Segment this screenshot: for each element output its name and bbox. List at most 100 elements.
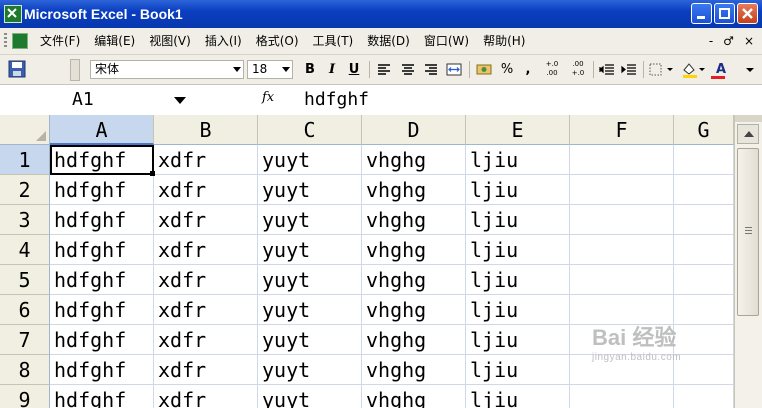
cell-a3[interactable]: hdfghf [50,205,154,235]
row-header-4[interactable]: 4 [0,235,50,265]
cell-g5[interactable] [674,265,734,295]
cell-a6[interactable]: hdfghf [50,295,154,325]
cell-b3[interactable]: xdfr [154,205,258,235]
cell-a2[interactable]: hdfghf [50,175,154,205]
cell-c5[interactable]: yuyt [258,265,362,295]
cell-d2[interactable]: vhghg [362,175,466,205]
cell-a9[interactable]: hdfghf [50,385,154,408]
name-box[interactable]: A1 [4,87,190,113]
row-header-9[interactable]: 9 [0,385,50,408]
cell-f9[interactable] [570,385,674,408]
save-icon[interactable] [8,60,26,78]
cell-c8[interactable]: yuyt [258,355,362,385]
chevron-down-icon[interactable] [174,97,186,104]
cell-d9[interactable]: vhghg [362,385,466,408]
workbook-close-button[interactable]: × [744,33,754,49]
cell-f2[interactable] [570,175,674,205]
close-window-button[interactable] [737,3,758,24]
workbook-restore-button[interactable]: ♂ [723,33,734,49]
workbook-minimize-button[interactable]: - [709,33,713,49]
cell-b6[interactable]: xdfr [154,295,258,325]
menubar-grip[interactable] [4,33,7,49]
row-header-7[interactable]: 7 [0,325,50,355]
row-header-8[interactable]: 8 [0,355,50,385]
cell-g4[interactable] [674,235,734,265]
cell-b7[interactable]: xdfr [154,325,258,355]
cell-a1[interactable]: hdfghf [50,145,154,175]
increase-indent-icon[interactable] [619,60,639,79]
cell-c6[interactable]: yuyt [258,295,362,325]
cell-b2[interactable]: xdfr [154,175,258,205]
cell-d6[interactable]: vhghg [362,295,466,325]
menu-window[interactable]: 窗口(W) [420,28,473,54]
cell-e5[interactable]: ljiu [466,265,570,295]
cell-e2[interactable]: ljiu [466,175,570,205]
fill-color-icon[interactable] [680,60,706,79]
cell-b8[interactable]: xdfr [154,355,258,385]
column-header-e[interactable]: E [466,115,570,145]
menu-file[interactable]: 文件(F) [36,28,84,54]
scroll-up-button[interactable] [737,124,759,144]
cell-g6[interactable] [674,295,734,325]
cell-c9[interactable]: yuyt [258,385,362,408]
cell-f1[interactable] [570,145,674,175]
restore-button[interactable] [714,3,735,24]
cell-e3[interactable]: ljiu [466,205,570,235]
menu-insert[interactable]: 插入(I) [201,28,246,54]
cell-f3[interactable] [570,205,674,235]
comma-button[interactable]: , [518,60,538,79]
cell-d7[interactable]: vhghg [362,325,466,355]
cell-g9[interactable] [674,385,734,408]
menu-help[interactable]: 帮助(H) [479,28,529,54]
minimize-button[interactable] [691,3,712,24]
row-header-6[interactable]: 6 [0,295,50,325]
cell-d8[interactable]: vhghg [362,355,466,385]
cell-b5[interactable]: xdfr [154,265,258,295]
row-header-2[interactable]: 2 [0,175,50,205]
cell-c1[interactable]: yuyt [258,145,362,175]
vertical-scrollbar[interactable] [734,115,762,408]
underline-button[interactable]: U [344,60,364,79]
increase-decimal-button[interactable]: +.0 .00 [540,60,564,79]
cell-f5[interactable] [570,265,674,295]
cell-c4[interactable]: yuyt [258,235,362,265]
bold-button[interactable]: B [300,60,320,79]
cell-d5[interactable]: vhghg [362,265,466,295]
row-header-3[interactable]: 3 [0,205,50,235]
menu-view[interactable]: 视图(V) [145,28,195,54]
cell-e9[interactable]: ljiu [466,385,570,408]
fill-handle[interactable] [150,171,155,176]
font-size-select[interactable]: 18 [247,60,293,79]
menu-tools[interactable]: 工具(T) [309,28,358,54]
cell-g3[interactable] [674,205,734,235]
cell-b4[interactable]: xdfr [154,235,258,265]
cell-f4[interactable] [570,235,674,265]
cell-a4[interactable]: hdfghf [50,235,154,265]
italic-button[interactable]: I [322,60,342,79]
cell-a8[interactable]: hdfghf [50,355,154,385]
cell-g7[interactable] [674,325,734,355]
column-header-g[interactable]: G [674,115,734,145]
cell-d1[interactable]: vhghg [362,145,466,175]
cell-e1[interactable]: ljiu [466,145,570,175]
toolbar-options-chevron-icon[interactable] [742,60,758,79]
row-header-1[interactable]: 1 [0,145,50,175]
align-right-icon[interactable] [421,60,441,79]
cell-e6[interactable]: ljiu [466,295,570,325]
menu-edit[interactable]: 编辑(E) [90,28,139,54]
insert-function-button[interactable]: fx [262,90,274,105]
align-left-icon[interactable] [374,60,394,79]
excel-app-icon[interactable] [4,5,22,23]
cell-e7[interactable]: ljiu [466,325,570,355]
column-header-b[interactable]: B [154,115,258,145]
cell-b1[interactable]: xdfr [154,145,258,175]
cell-a7[interactable]: hdfghf [50,325,154,355]
cell-c7[interactable]: yuyt [258,325,362,355]
align-center-icon[interactable] [398,60,418,79]
cell-c3[interactable]: yuyt [258,205,362,235]
menu-data[interactable]: 数据(D) [363,28,414,54]
column-header-f[interactable]: F [570,115,674,145]
menu-format[interactable]: 格式(O) [252,28,303,54]
formula-input[interactable]: hdfghf [304,87,369,113]
select-all-button[interactable] [0,115,50,145]
